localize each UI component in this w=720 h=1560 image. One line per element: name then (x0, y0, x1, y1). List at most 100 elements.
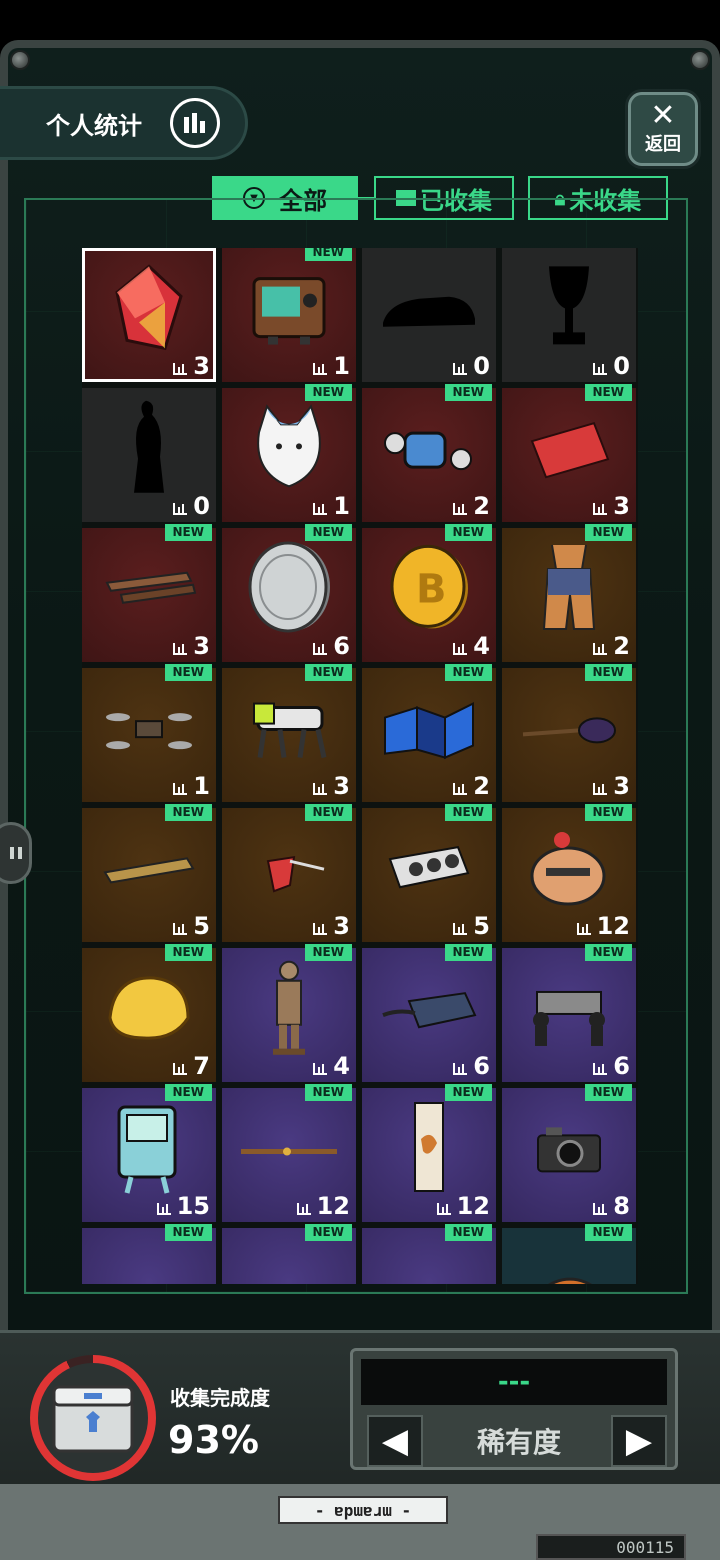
stats-icon (453, 923, 468, 935)
cat-plush-icon (249, 402, 329, 496)
item-count-value: 3 (613, 492, 630, 520)
item-cell[interactable]: NEW 6 (362, 944, 496, 1082)
bitcoin-icon: B (386, 542, 472, 636)
new-badge: NEW (584, 384, 632, 401)
item-cell[interactable]: NEW 3 (222, 804, 356, 942)
drone-icon (104, 699, 194, 763)
sort-display: --- (361, 1359, 667, 1405)
screw-icon (10, 50, 30, 70)
item-count-value: 8 (613, 1192, 630, 1220)
item-count: 4 (313, 1052, 350, 1080)
item-count-value: 7 (193, 1052, 210, 1080)
item-count-value: 6 (473, 1052, 490, 1080)
item-count-value: 0 (613, 352, 630, 380)
completion-label: 收集完成度 (170, 1386, 270, 1410)
silver-coin-icon (244, 539, 334, 639)
overalls-icon (534, 539, 604, 639)
item-count-value: 1 (333, 492, 350, 520)
item-cell[interactable]: NEW 3 (502, 384, 636, 522)
item-cell[interactable]: NEW 7 (82, 944, 216, 1082)
collection-grid[interactable]: 3 NEW 1 0 0 0 NEW 1 NEW 2 NEW 3 NEW 3 NEW 6 B NEW 4 NEW 2 NEW… (82, 248, 638, 1284)
sort-prev-button[interactable]: ◀ (367, 1415, 423, 1467)
new-badge: NEW (164, 1084, 212, 1101)
item-cell[interactable]: NEW 3 (502, 664, 636, 802)
item-count-value: 3 (333, 772, 350, 800)
item-count-value: 0 (473, 352, 490, 380)
arrow-left-icon: ◀ (381, 1421, 409, 1461)
vr-device-icon (379, 979, 479, 1043)
item-cell[interactable]: NEW 2 (362, 664, 496, 802)
item-cell[interactable]: NEW 8 (502, 1084, 636, 1222)
item-cell[interactable]: NEW 12 (502, 804, 636, 942)
item-cell[interactable]: B NEW 4 (362, 524, 496, 662)
item-count: 3 (313, 772, 350, 800)
item-cell[interactable]: NEW 6 (502, 944, 636, 1082)
item-count-value: 4 (333, 1052, 350, 1080)
item-count: 12 (576, 912, 630, 940)
item-cell[interactable]: NEW 12 (222, 1084, 356, 1222)
item-cell[interactable]: NEW (82, 1224, 216, 1284)
bar-chart-icon (170, 98, 220, 148)
item-cell[interactable]: NEW 6 (222, 524, 356, 662)
item-cell[interactable]: NEW 1 (222, 248, 356, 382)
item-count-value: 2 (473, 772, 490, 800)
item-cell[interactable]: NEW (502, 1224, 636, 1284)
footer-serial-code: 000115 (536, 1534, 686, 1560)
new-badge: NEW (444, 1224, 492, 1241)
new-badge: NEW (164, 664, 212, 681)
pause-icon (10, 847, 22, 859)
item-count-value: 5 (473, 912, 490, 940)
stats-icon (453, 783, 468, 795)
new-badge: NEW (584, 944, 632, 961)
item-cell[interactable]: NEW (362, 1224, 496, 1284)
item-count-value: 12 (596, 912, 630, 940)
item-cell[interactable]: NEW (222, 1224, 356, 1284)
item-cell[interactable]: 0 (502, 248, 636, 382)
item-cell[interactable]: NEW 5 (82, 804, 216, 942)
stats-icon (593, 363, 608, 375)
item-count: 1 (313, 492, 350, 520)
new-badge: NEW (444, 804, 492, 821)
item-count: 3 (593, 492, 630, 520)
item-cell[interactable]: NEW 1 (82, 664, 216, 802)
new-badge: NEW (444, 524, 492, 541)
item-cell[interactable]: NEW 2 (362, 384, 496, 522)
item-cell[interactable]: 0 (82, 388, 216, 522)
stats-icon (436, 1203, 451, 1215)
personal-stats-button[interactable]: 个人统计 (0, 86, 248, 160)
item-cell[interactable]: NEW 15 (82, 1084, 216, 1222)
item-count-value: 3 (333, 912, 350, 940)
new-badge: NEW (304, 524, 352, 541)
item-cell[interactable]: NEW 2 (502, 524, 636, 662)
trophy-silhouette-icon (539, 262, 599, 356)
item-count: 1 (313, 352, 350, 380)
sort-next-button[interactable]: ▶ (611, 1415, 667, 1467)
item-cell[interactable]: NEW 4 (222, 944, 356, 1082)
bean-bag-icon (526, 828, 612, 912)
item-count: 6 (593, 1052, 630, 1080)
new-badge: NEW (444, 384, 492, 401)
stats-icon (296, 1203, 311, 1215)
item-cell[interactable]: NEW 12 (362, 1084, 496, 1222)
back-label: 返回 (645, 134, 681, 155)
item-cell[interactable]: 3 (82, 248, 216, 382)
item-cell[interactable]: NEW 3 (222, 664, 356, 802)
stats-icon (453, 643, 468, 655)
car-silhouette-icon (379, 285, 479, 339)
item-count-value: 0 (193, 492, 210, 520)
item-count: 3 (173, 352, 210, 380)
item-cell[interactable]: NEW 5 (362, 804, 496, 942)
item-count-value: 2 (473, 492, 490, 520)
item-count: 6 (453, 1052, 490, 1080)
stats-icon (313, 643, 328, 655)
screw-icon (690, 50, 710, 70)
item-count: 2 (453, 772, 490, 800)
stats-icon (313, 503, 328, 515)
item-cell[interactable]: NEW 1 (222, 384, 356, 522)
item-cell[interactable]: 0 (362, 248, 496, 382)
side-drawer-handle[interactable] (0, 822, 32, 884)
back-button[interactable]: ✕ 返回 (628, 92, 698, 166)
item-count-value: 1 (193, 772, 210, 800)
new-badge: NEW (304, 248, 352, 261)
item-cell[interactable]: NEW 3 (82, 524, 216, 662)
